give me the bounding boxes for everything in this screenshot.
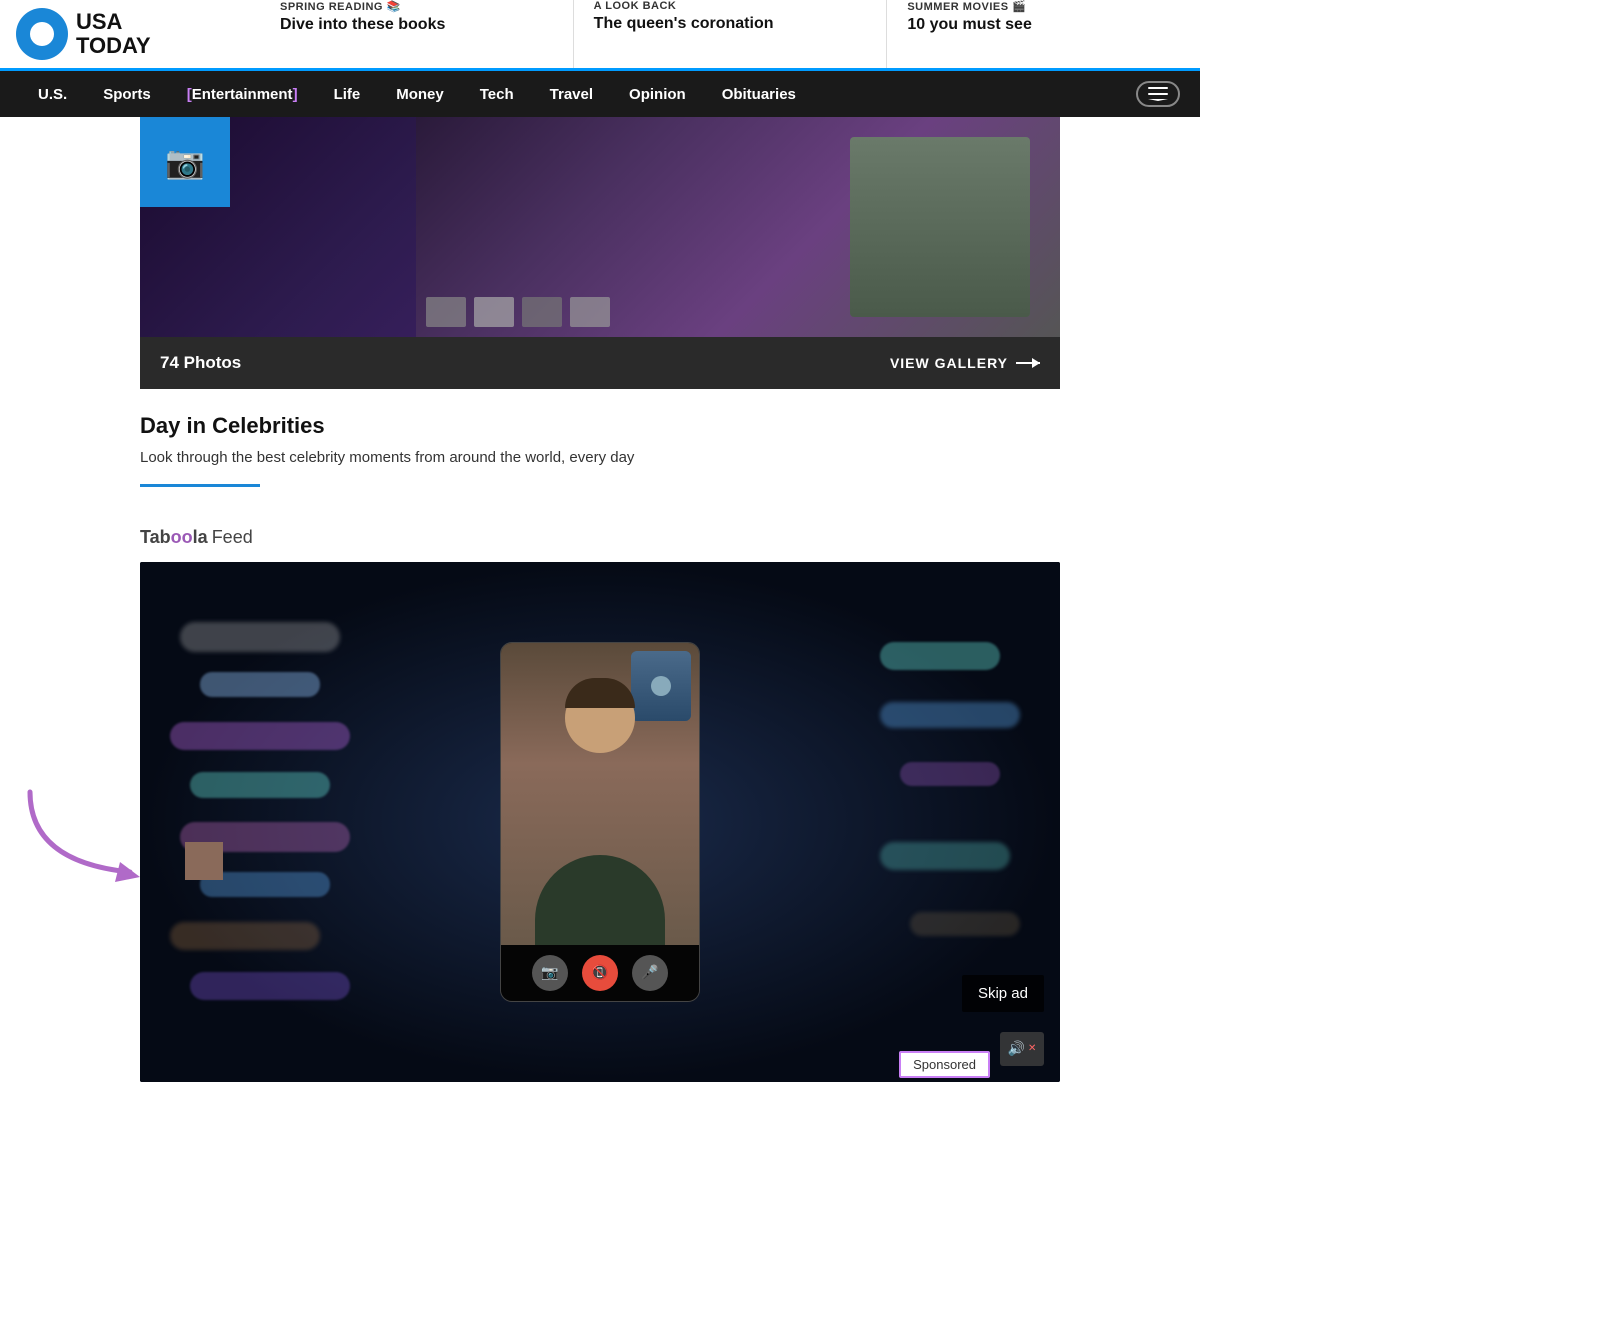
promo-label-lookback: A LOOK BACK [594, 0, 867, 12]
mute-button[interactable]: 🎤 [632, 955, 668, 991]
gallery-thumbnails [426, 297, 610, 327]
nav-item-opinion[interactable]: Opinion [611, 71, 704, 117]
deco-bubble-r5 [910, 912, 1020, 936]
skip-ad-label: Skip ad [978, 985, 1028, 1002]
deco-bubble-3 [170, 722, 350, 750]
deco-bubble-7 [170, 922, 320, 950]
nav-label-us: U.S. [38, 86, 67, 103]
promo-item-spring[interactable]: SPRING READING 📚 Dive into these books [260, 0, 574, 68]
deco-bubble-2 [200, 672, 320, 697]
sponsored-badge: Sponsored [899, 1051, 990, 1078]
article-description: Look through the best celebrity moments … [140, 447, 1060, 470]
promo-title-movies: 10 you must see [907, 15, 1180, 36]
article-divider [140, 484, 260, 487]
nav-item-entertainment[interactable]: [ Entertainment ] [169, 71, 316, 117]
nav-label-money: Money [396, 86, 444, 103]
video-ad-wrapper: 📷 📵 🎤 Skip ad 🔊 ✕ [140, 562, 1060, 1088]
taboola-feed-label: Feed [212, 527, 253, 548]
video-ad-container[interactable]: 📷 📵 🎤 Skip ad 🔊 ✕ [140, 562, 1060, 1082]
nav-item-us[interactable]: U.S. [20, 71, 85, 117]
video-call-person [501, 643, 699, 945]
bracket-right: ] [293, 86, 298, 103]
gallery-person [850, 137, 1030, 317]
chevron-down-icon [1148, 87, 1168, 101]
deco-avatar-left [185, 842, 223, 880]
nav-label-sports: Sports [103, 86, 151, 103]
nav-item-money[interactable]: Money [378, 71, 462, 117]
taboola-header: Taboola Feed [140, 527, 1060, 548]
deco-bubble-8 [190, 972, 350, 1000]
purple-arrow-decoration [10, 782, 150, 887]
mute-x-icon: ✕ [1028, 1043, 1036, 1054]
gallery-image-area: 📷 [140, 117, 1060, 337]
mute-ad-button[interactable]: 🔊 ✕ [1000, 1032, 1044, 1066]
person-body [535, 855, 665, 945]
deco-bubble-r2 [880, 702, 1020, 728]
deco-bubble-r1 [880, 642, 1000, 670]
nav-label-travel: Travel [550, 86, 593, 103]
promo-label-spring: SPRING READING 📚 [280, 0, 553, 13]
video-background: 📷 📵 🎤 [140, 562, 1060, 1082]
person-face [565, 683, 635, 753]
gallery-container: 📷 74 Photos VIEW GALLERY [140, 117, 1060, 389]
nav-bar: U.S. Sports [ Entertainment ] Life Money… [0, 71, 1200, 117]
nav-item-sports[interactable]: Sports [85, 71, 169, 117]
right-arrow-icon [1016, 362, 1040, 364]
logo-text: USATODAY [76, 10, 151, 58]
logo-circle [16, 8, 68, 60]
promo-title-spring: Dive into these books [280, 15, 553, 36]
main-content: 📷 74 Photos VIEW GALLERY [120, 117, 1080, 1088]
camera-icon: 📷 [165, 143, 205, 181]
person-hair [565, 678, 635, 708]
nav-item-tech[interactable]: Tech [462, 71, 532, 117]
inset-person-icon [651, 676, 671, 696]
promo-title-lookback: The queen's coronation [594, 14, 867, 35]
view-gallery-label: VIEW GALLERY [890, 355, 1008, 371]
gallery-camera-button[interactable]: 📷 [140, 117, 230, 207]
taboola-section: Taboola Feed [140, 527, 1060, 1088]
article-section: Day in Celebrities Look through the best… [140, 389, 1060, 495]
nav-label-entertainment: Entertainment [192, 86, 293, 103]
video-call-display: 📷 📵 🎤 [500, 642, 700, 1002]
logo-area[interactable]: USATODAY [0, 0, 260, 68]
nav-label-tech: Tech [480, 86, 514, 103]
deco-bubble-r3 [900, 762, 1000, 786]
speaker-icon: 🔊 [1008, 1040, 1025, 1057]
end-call-button[interactable]: 📵 [582, 955, 618, 991]
promo-label-movies: SUMMER MOVIES 🎬 [907, 0, 1180, 13]
nav-more-button[interactable] [1136, 81, 1180, 107]
promo-item-movies[interactable]: SUMMER MOVIES 🎬 10 you must see [887, 0, 1200, 68]
camera-control-button[interactable]: 📷 [532, 955, 568, 991]
skip-ad-button[interactable]: Skip ad [962, 975, 1044, 1012]
deco-bubble-4 [190, 772, 330, 798]
promo-bar-area: SPRING READING 📚 Dive into these books A… [260, 0, 1200, 68]
nav-item-obituaries[interactable]: Obituaries [704, 71, 814, 117]
article-title: Day in Celebrities [140, 413, 1060, 439]
sponsored-label: Sponsored [913, 1057, 976, 1072]
deco-bubble-1 [180, 622, 340, 652]
view-gallery-button[interactable]: VIEW GALLERY [890, 355, 1040, 371]
promo-item-lookback[interactable]: A LOOK BACK The queen's coronation [574, 0, 888, 68]
nav-label-opinion: Opinion [629, 86, 686, 103]
nav-label-obituaries: Obituaries [722, 86, 796, 103]
nav-item-life[interactable]: Life [316, 71, 379, 117]
photo-count: 74 Photos [160, 353, 241, 373]
deco-bubble-r4 [880, 842, 1010, 870]
nav-item-travel[interactable]: Travel [532, 71, 611, 117]
site-header: USATODAY SPRING READING 📚 Dive into thes… [0, 0, 1200, 71]
taboola-logo: Taboola [140, 527, 208, 548]
video-call-small-inset [631, 651, 691, 721]
gallery-bar: 74 Photos VIEW GALLERY [140, 337, 1060, 389]
nav-label-life: Life [334, 86, 361, 103]
video-call-controls: 📷 📵 🎤 [501, 945, 699, 1001]
inset-video-bg [631, 651, 691, 721]
